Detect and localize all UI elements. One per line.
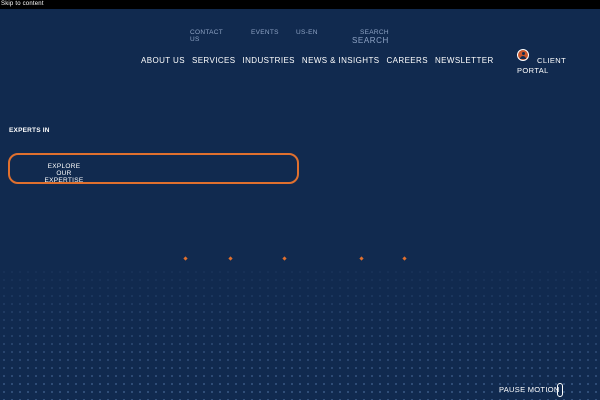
slide-marker — [402, 256, 407, 261]
nav-item-about-us[interactable]: ABOUT US — [141, 56, 185, 66]
dot-pattern-background — [0, 268, 600, 400]
skip-bar: Skip to content — [0, 0, 600, 9]
nav-item-careers[interactable]: CAREERS — [386, 56, 427, 66]
explore-expertise-button[interactable]: EXPLORE OUR EXPERTISE — [8, 153, 299, 184]
search-label: SEARCH — [360, 29, 389, 36]
user-icon — [517, 49, 529, 61]
pause-motion-toggle[interactable] — [557, 383, 563, 397]
nav-item-industries[interactable]: INDUSTRIES — [242, 56, 294, 66]
events-link[interactable]: EVENTS — [251, 29, 279, 36]
slide-marker — [228, 256, 233, 261]
explore-expertise-label: EXPLORE OUR EXPERTISE — [44, 163, 84, 184]
slide-marker — [183, 256, 188, 261]
pause-motion-label[interactable]: PAUSE MOTION — [499, 385, 560, 394]
slide-marker — [282, 256, 287, 261]
client-portal-label-line1: CLIENT — [537, 56, 567, 65]
search-input[interactable]: SEARCH — [352, 36, 389, 45]
language-selector[interactable]: US-EN — [296, 29, 318, 36]
main-nav: ABOUT US SERVICES INDUSTRIES NEWS & INSI… — [141, 56, 494, 66]
search-area: SEARCH SEARCH — [352, 29, 389, 45]
nav-item-newsletter[interactable]: NEWSLETTER — [435, 56, 494, 66]
slide-marker — [359, 256, 364, 261]
client-portal-label-line2: PORTAL — [517, 66, 549, 75]
skip-to-content-link[interactable]: Skip to content — [1, 0, 44, 9]
nav-item-services[interactable]: SERVICES — [192, 56, 236, 66]
nav-item-news-insights[interactable]: NEWS & INSIGHTS — [302, 56, 380, 66]
experts-in-heading: EXPERTS IN — [9, 127, 50, 134]
contact-us-link[interactable]: CONTACT US — [190, 29, 224, 43]
